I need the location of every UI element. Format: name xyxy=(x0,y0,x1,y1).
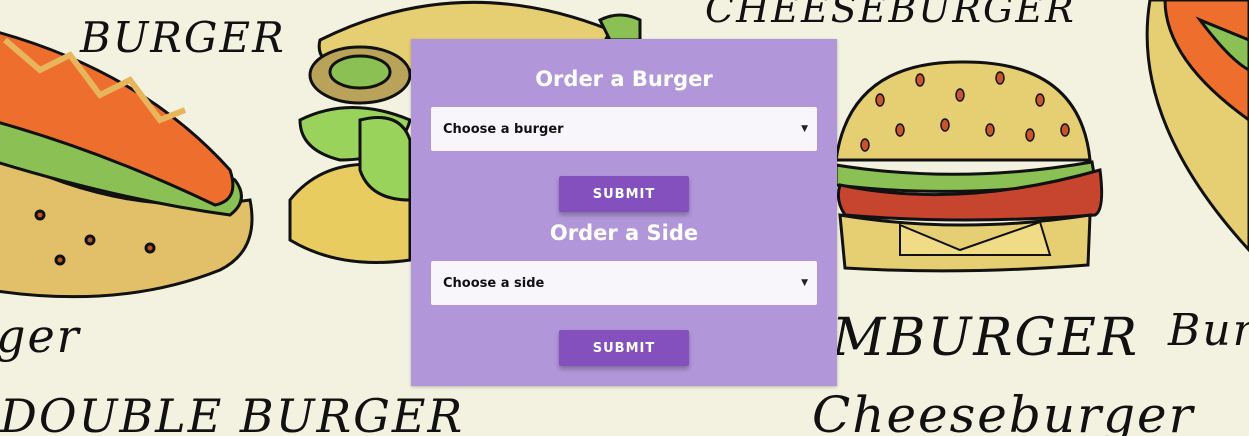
side-submit-button[interactable]: SUBMIT xyxy=(559,330,689,366)
bg-word-cheeseburger-script: Cheeseburger xyxy=(812,386,1196,436)
bg-word-double-burger: DOUBLE BURGER xyxy=(0,389,464,436)
burger-select[interactable]: Choose a burger ▼ xyxy=(431,107,817,151)
burger-select-value: Choose a burger xyxy=(443,121,564,137)
bg-word-ger: ger xyxy=(0,309,82,363)
order-side-title: Order a Side xyxy=(549,221,699,245)
chevron-down-icon: ▼ xyxy=(801,124,808,134)
bg-word-burger: BURGER xyxy=(79,13,286,62)
bg-word-mburger: MBURGER xyxy=(831,308,1139,368)
hotdog-illustration xyxy=(0,31,254,299)
chevron-down-icon: ▼ xyxy=(801,278,808,288)
cheeseburger-illustration xyxy=(834,60,1104,273)
order-panel: Order a Burger Choose a burger ▼ SUBMIT … xyxy=(411,39,837,386)
bg-word-cheeseburger: CHEESEBURGER xyxy=(705,0,1076,31)
sandwich-edge-illustration xyxy=(1145,0,1249,253)
burger-submit-button[interactable]: SUBMIT xyxy=(559,176,689,212)
side-select[interactable]: Choose a side ▼ xyxy=(431,261,817,305)
side-select-value: Choose a side xyxy=(443,275,545,291)
order-burger-title: Order a Burger xyxy=(535,67,713,91)
bg-word-bur: Bur xyxy=(1167,305,1249,356)
